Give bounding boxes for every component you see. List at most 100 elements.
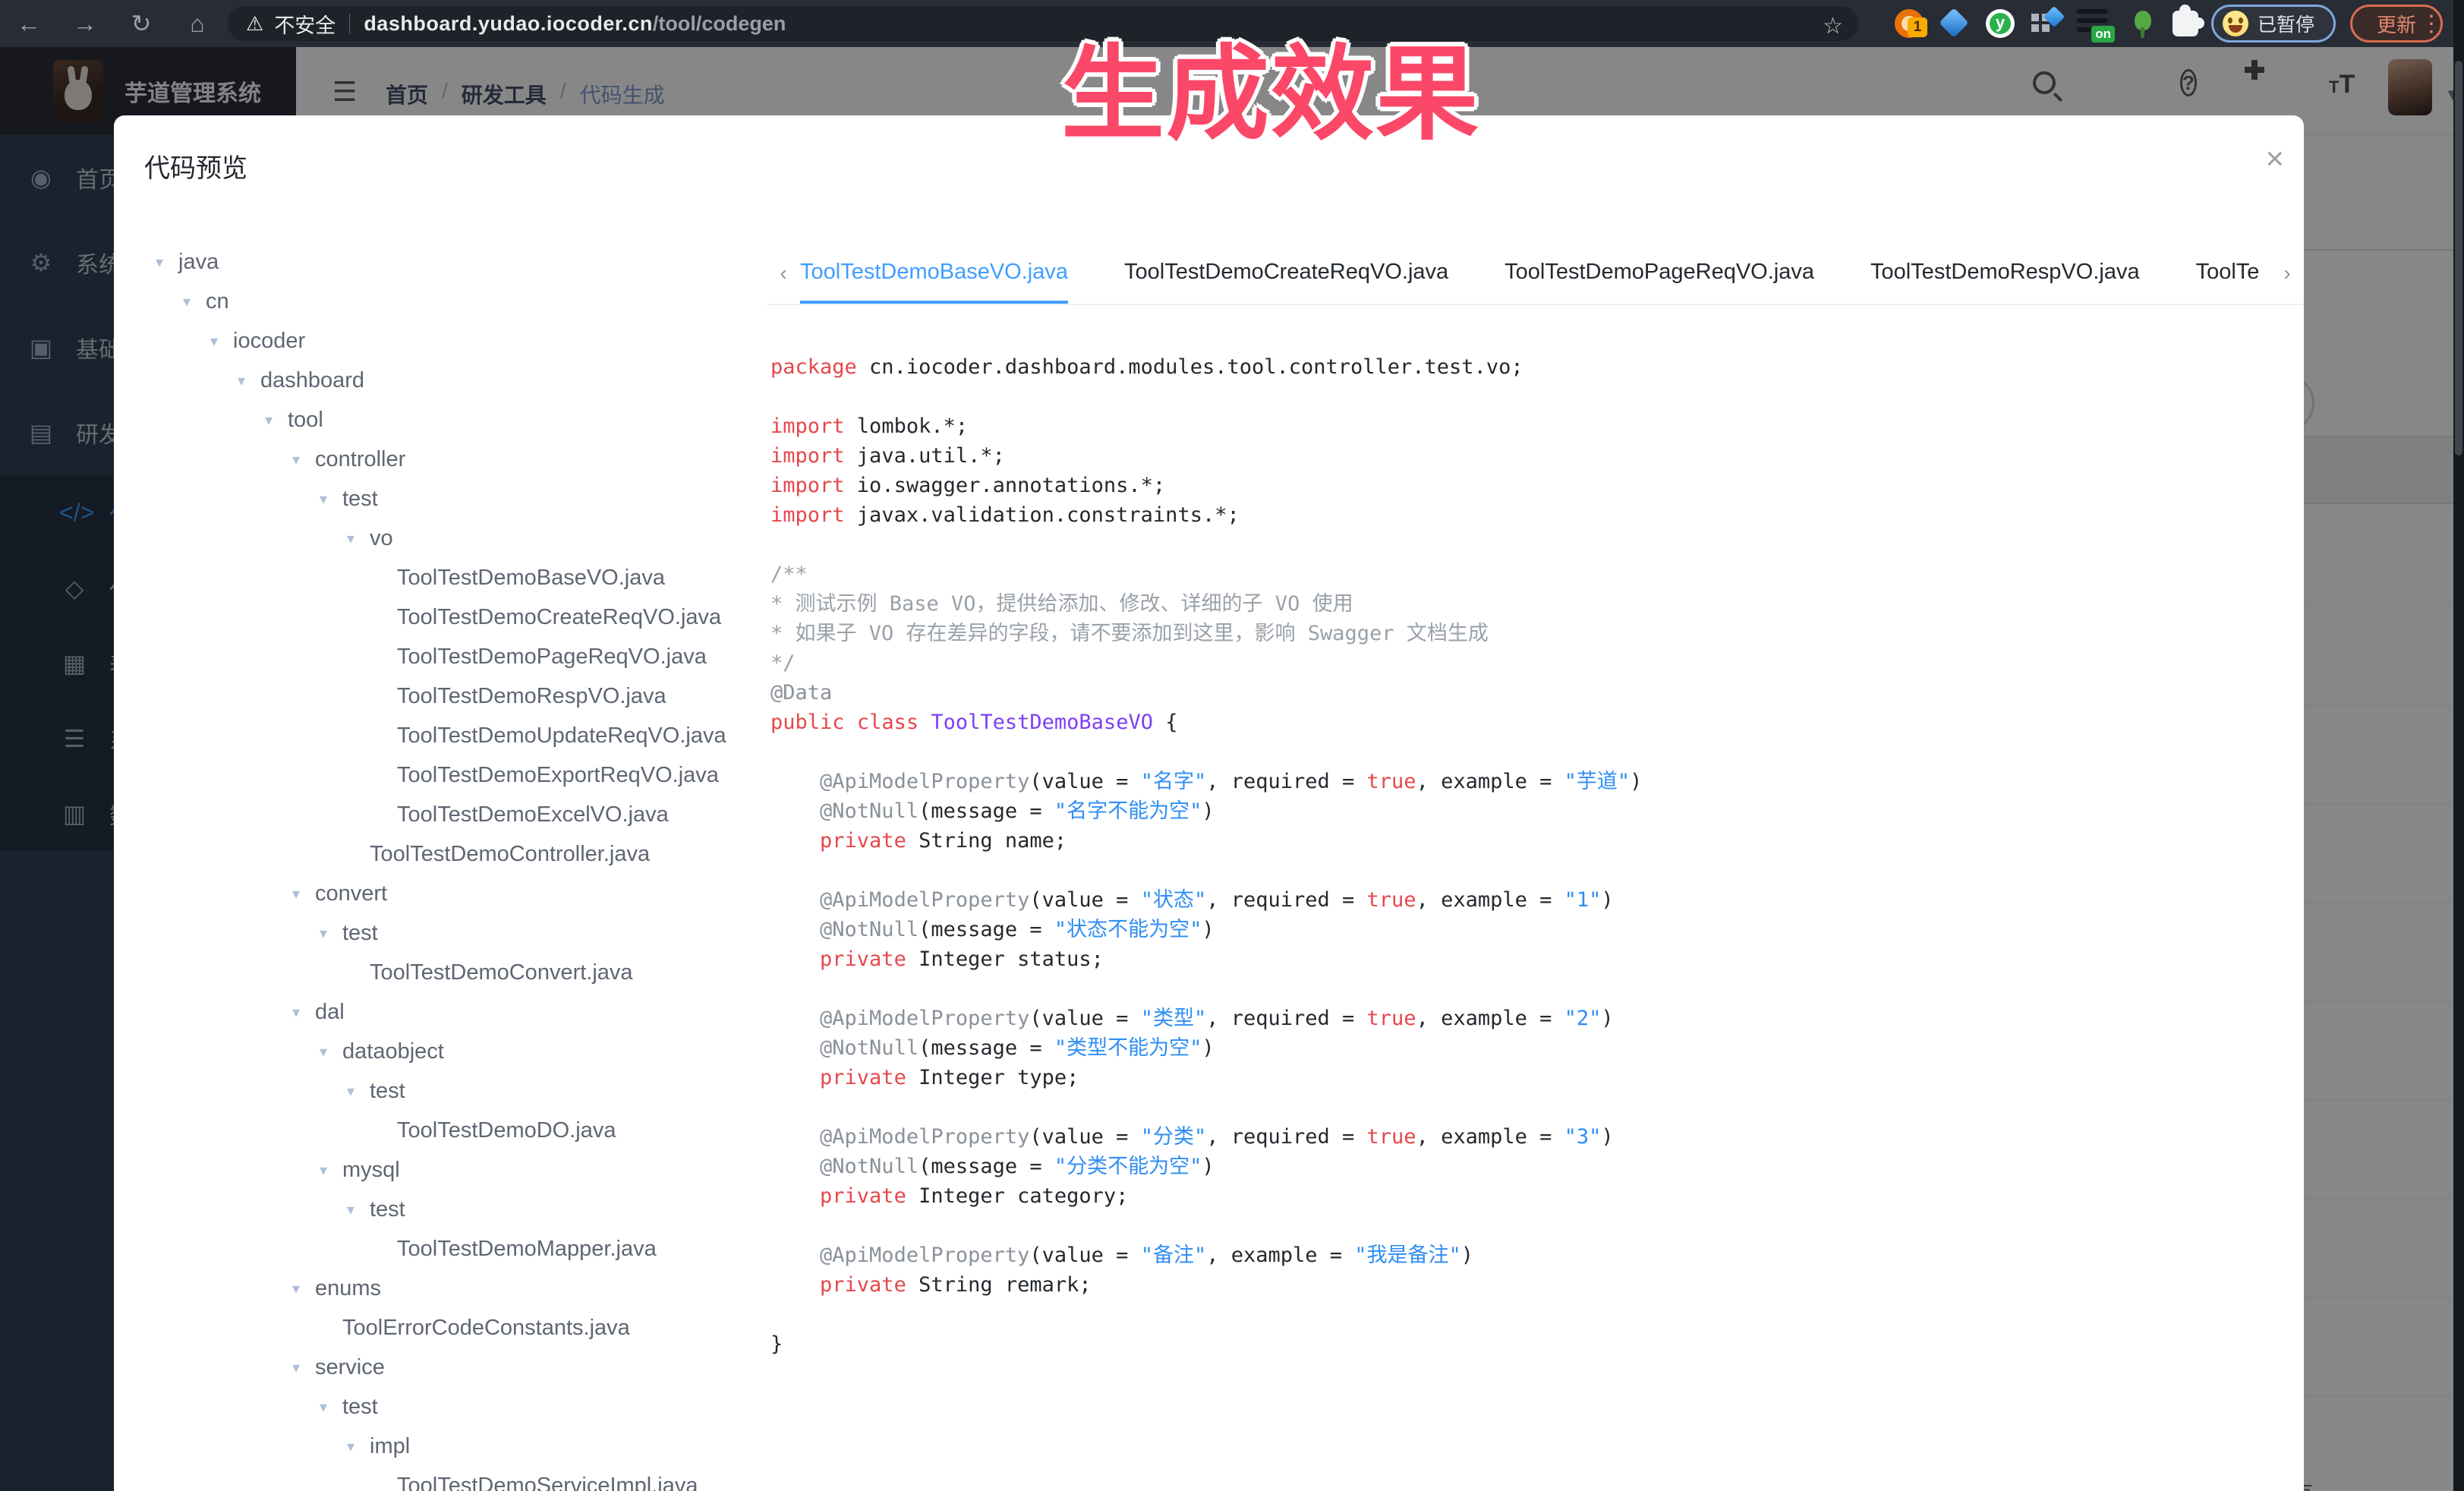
file-tab[interactable]: ToolTestDemoCreateReqVO.java: [1124, 243, 1448, 304]
tree-folder[interactable]: ▾service: [144, 1348, 751, 1387]
extension-grid-icon[interactable]: [2031, 14, 2051, 33]
caret-down-icon[interactable]: ▾: [347, 1200, 370, 1219]
home-icon[interactable]: ⌂: [182, 10, 213, 38]
address-bar[interactable]: ⚠ 不安全 dashboard.yudao.iocoder.cn /tool/c…: [228, 6, 1858, 41]
tree-folder[interactable]: ▾test: [144, 1190, 751, 1229]
security-warning-icon[interactable]: ⚠: [246, 12, 263, 36]
code-line: public class ToolTestDemoBaseVO {: [770, 708, 2281, 737]
tabs-scroll-right-icon[interactable]: ›: [2270, 261, 2304, 285]
forward-icon[interactable]: →: [70, 10, 100, 38]
tree-file[interactable]: ToolTestDemoExcelVO.java: [144, 795, 751, 834]
caret-down-icon[interactable]: ▾: [265, 411, 288, 430]
file-tab[interactable]: ToolTestDemoRespVO.java: [1870, 243, 2140, 304]
tree-folder[interactable]: ▾java: [144, 242, 751, 282]
code-line: import io.swagger.annotations.*;: [770, 471, 2281, 500]
back-icon[interactable]: ←: [14, 10, 44, 38]
reload-icon[interactable]: ↻: [126, 9, 156, 38]
code-line: [770, 856, 2281, 885]
file-tab[interactable]: ToolTestDemoBaseVO.java: [800, 243, 1068, 304]
tree-node-label: ToolTestDemoBaseVO.java: [397, 566, 665, 591]
tree-file[interactable]: ToolTestDemoDO.java: [144, 1111, 751, 1150]
extension-y-icon[interactable]: y: [1986, 9, 2015, 38]
tree-node-label: test: [342, 487, 378, 512]
caret-down-icon[interactable]: ▾: [347, 1437, 370, 1456]
tree-folder[interactable]: ▾tool: [144, 400, 751, 440]
scrollbar-thumb[interactable]: [2455, 61, 2462, 455]
caret-down-icon[interactable]: ▾: [320, 1398, 342, 1417]
browser-profile-button[interactable]: 已暂停: [2211, 5, 2336, 43]
tabs-scroll-left-icon[interactable]: ‹: [767, 261, 800, 285]
tree-node-label: test: [370, 1079, 405, 1104]
tree-file[interactable]: ToolTestDemoUpdateReqVO.java: [144, 716, 751, 755]
caret-down-icon[interactable]: ▾: [210, 332, 233, 351]
code-line: private Integer status;: [770, 944, 2281, 974]
tree-file[interactable]: ToolTestDemoServiceImpl.java: [144, 1466, 751, 1491]
tree-folder[interactable]: ▾dashboard: [144, 361, 751, 400]
caret-down-icon[interactable]: ▾: [347, 529, 370, 548]
caret-down-icon[interactable]: ▾: [238, 371, 260, 390]
tree-node-label: iocoder: [233, 329, 305, 354]
browser-menu-icon[interactable]: ⋮: [2420, 11, 2443, 37]
extension-list-icon[interactable]: on: [2077, 9, 2107, 32]
tree-node-label: ToolTestDemoConvert.java: [370, 960, 633, 985]
tree-file[interactable]: ToolTestDemoPageReqVO.java: [144, 637, 751, 676]
tree-folder[interactable]: ▾convert: [144, 874, 751, 913]
tree-file[interactable]: ToolTestDemoConvert.java: [144, 953, 751, 992]
tree-file[interactable]: ToolTestDemoRespVO.java: [144, 676, 751, 716]
caret-down-icon[interactable]: ▾: [156, 253, 178, 272]
browser-scrollbar[interactable]: [2453, 0, 2464, 1491]
code-line: @ApiModelProperty(value = "分类", required…: [770, 1122, 2281, 1152]
code-line: [770, 1211, 2281, 1240]
caret-down-icon[interactable]: ▾: [347, 1082, 370, 1101]
code-view[interactable]: package cn.iocoder.dashboard.modules.too…: [770, 352, 2281, 1359]
tree-folder[interactable]: ▾test: [144, 1071, 751, 1111]
caret-down-icon[interactable]: ▾: [320, 924, 342, 943]
caret-down-icon[interactable]: ▾: [292, 884, 315, 903]
bookmark-star-icon[interactable]: ☆: [1823, 13, 1843, 39]
tree-folder[interactable]: ▾mysql: [144, 1150, 751, 1190]
tree-file[interactable]: ToolErrorCodeConstants.java: [144, 1308, 751, 1348]
tree-folder[interactable]: ▾test: [144, 479, 751, 519]
code-line: @ApiModelProperty(value = "备注", example …: [770, 1240, 2281, 1270]
tree-file[interactable]: ToolTestDemoBaseVO.java: [144, 558, 751, 597]
extension-gem-icon[interactable]: [1940, 9, 1969, 38]
code-line: import javax.validation.constraints.*;: [770, 500, 2281, 530]
extensions-puzzle-icon[interactable]: [2173, 11, 2198, 36]
caret-down-icon[interactable]: ▾: [292, 1003, 315, 1022]
file-tab[interactable]: ToolTestDemoPageReqVO.java: [1505, 243, 1814, 304]
caret-down-icon[interactable]: ▾: [292, 450, 315, 469]
file-tab[interactable]: ToolTe: [2196, 243, 2260, 304]
tree-folder[interactable]: ▾enums: [144, 1269, 751, 1308]
code-line: @ApiModelProperty(value = "类型", required…: [770, 1004, 2281, 1033]
tree-node-label: ToolTestDemoRespVO.java: [397, 684, 666, 709]
tree-node-label: service: [315, 1355, 385, 1380]
tree-file[interactable]: ToolTestDemoCreateReqVO.java: [144, 597, 751, 637]
caret-down-icon[interactable]: ▾: [292, 1358, 315, 1377]
tree-folder[interactable]: ▾dataobject: [144, 1032, 751, 1071]
tree-folder[interactable]: ▾dal: [144, 992, 751, 1032]
extension-plant-icon[interactable]: [2130, 9, 2156, 38]
tree-folder[interactable]: ▾test: [144, 913, 751, 953]
browser-nav-buttons: ← → ↻ ⌂: [14, 0, 213, 47]
tree-file[interactable]: ToolTestDemoExportReqVO.java: [144, 755, 751, 795]
caret-down-icon[interactable]: ▾: [320, 490, 342, 509]
tree-folder[interactable]: ▾cn: [144, 282, 751, 321]
tree-folder[interactable]: ▾impl: [144, 1426, 751, 1466]
code-line: @NotNull(message = "状态不能为空"): [770, 915, 2281, 944]
code-preview-modal: 代码预览 × ▾java▾cn▾iocoder▾dashboard▾tool▾c…: [114, 115, 2304, 1491]
tree-folder[interactable]: ▾vo: [144, 519, 751, 558]
caret-down-icon[interactable]: ▾: [292, 1279, 315, 1298]
tree-node-label: tool: [288, 408, 323, 433]
tree-folder[interactable]: ▾iocoder: [144, 321, 751, 361]
extension-orange-icon[interactable]: 1: [1895, 9, 1924, 38]
caret-down-icon[interactable]: ▾: [320, 1042, 342, 1061]
tree-folder[interactable]: ▾test: [144, 1387, 751, 1426]
tree-folder[interactable]: ▾controller: [144, 440, 751, 479]
close-icon[interactable]: ×: [2265, 143, 2284, 175]
tree-node-label: ToolTestDemoExcelVO.java: [397, 802, 669, 827]
caret-down-icon[interactable]: ▾: [183, 292, 206, 311]
tree-file[interactable]: ToolTestDemoController.java: [144, 834, 751, 874]
caret-down-icon[interactable]: ▾: [320, 1161, 342, 1180]
tree-node-label: ToolTestDemoPageReqVO.java: [397, 645, 707, 670]
tree-file[interactable]: ToolTestDemoMapper.java: [144, 1229, 751, 1269]
